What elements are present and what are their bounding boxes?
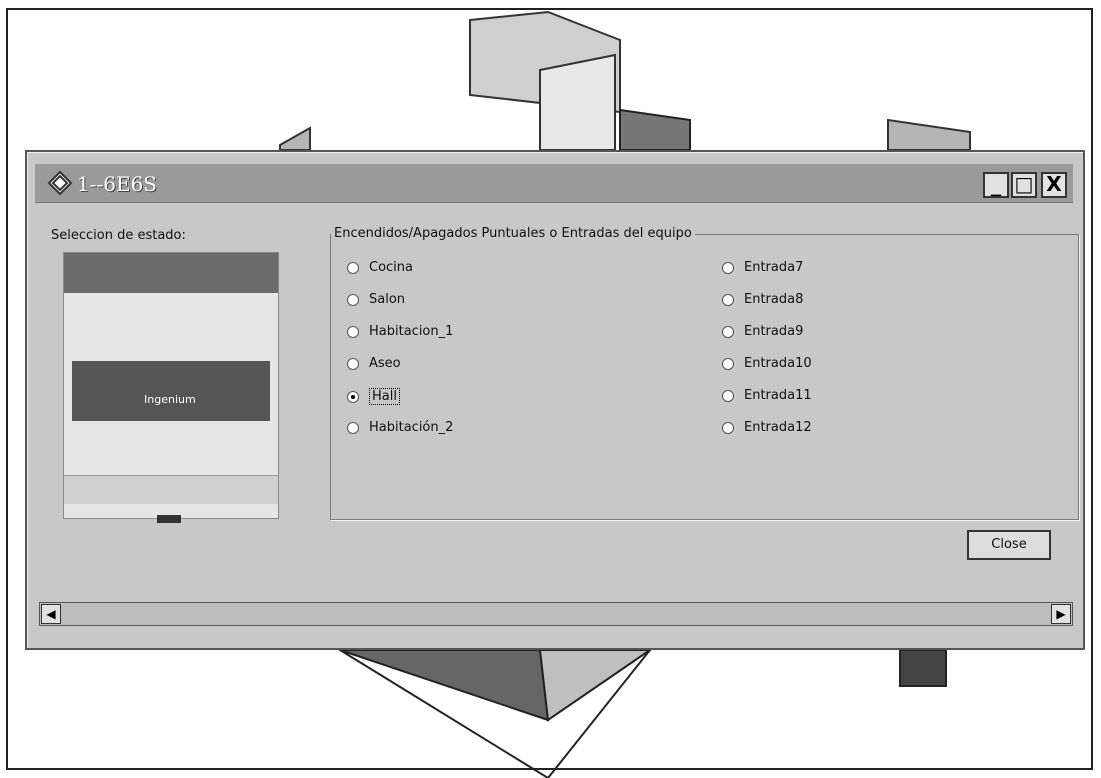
radio-label-salon: Salon <box>369 292 406 307</box>
radio-indicator[interactable] <box>722 357 734 370</box>
inputs-group-label: Encendidos/Apagados Puntuales o Entradas… <box>331 226 695 241</box>
scene-block-top-center <box>539 53 616 151</box>
device-clip <box>157 515 181 523</box>
radio-indicator[interactable] <box>347 293 359 306</box>
radio-label-entrada9: Entrada9 <box>744 324 804 339</box>
radio-label-aseo: Aseo <box>369 356 401 371</box>
radio-cocina[interactable]: Cocina <box>347 260 413 275</box>
scroll-right-icon[interactable]: ▶ <box>1051 604 1071 624</box>
radio-indicator[interactable] <box>722 261 734 274</box>
device-brand-label: Ingenium <box>144 393 196 406</box>
app-icon <box>47 170 73 196</box>
radio-label-hall: Hall <box>369 388 400 405</box>
scene-floor-dark <box>339 649 550 722</box>
device-terminal-strip <box>64 475 278 504</box>
radio-salon[interactable]: Salon <box>347 292 405 307</box>
radio-label-entrada11: Entrada11 <box>744 388 812 403</box>
scene-wall-left <box>279 126 311 151</box>
device-header-strip <box>64 253 278 293</box>
radio-indicator-selected[interactable] <box>347 390 359 403</box>
radio-label-entrada10: Entrada10 <box>744 356 812 371</box>
radio-indicator[interactable] <box>347 357 359 370</box>
radio-indicator[interactable] <box>722 293 734 306</box>
scene-floor-light <box>538 649 654 722</box>
horizontal-scrollbar[interactable]: ◀ ▶ <box>39 602 1073 626</box>
scene-small-object <box>899 649 947 687</box>
radio-label-habitacion-1: Habitacion_1 <box>369 324 454 339</box>
scene-block-top-right <box>619 108 691 151</box>
radio-entrada10[interactable]: Entrada10 <box>722 356 812 371</box>
device-preview: Ingenium <box>63 252 279 523</box>
inputs-groupbox <box>330 234 1079 520</box>
radio-habitacion-1[interactable]: Habitacion_1 <box>347 324 453 339</box>
radio-indicator[interactable] <box>722 421 734 434</box>
maximize-button[interactable]: □ <box>1011 172 1037 198</box>
radio-label-cocina: Cocina <box>369 260 413 275</box>
dialog-titlebar: 1--6E6S _ □ X <box>35 164 1073 203</box>
radio-indicator[interactable] <box>722 389 734 402</box>
radio-entrada12[interactable]: Entrada12 <box>722 420 812 435</box>
radio-entrada9[interactable]: Entrada9 <box>722 324 803 339</box>
close-button[interactable]: Close <box>967 530 1051 560</box>
minimize-button[interactable]: _ <box>983 172 1009 198</box>
radio-aseo[interactable]: Aseo <box>347 356 401 371</box>
dialog-title: 1--6E6S <box>77 172 157 196</box>
device-display-panel <box>72 361 270 421</box>
close-window-button[interactable]: X <box>1041 172 1067 198</box>
radio-entrada11[interactable]: Entrada11 <box>722 388 812 403</box>
radio-label-entrada12: Entrada12 <box>744 420 812 435</box>
state-selection-label: Seleccion de estado: <box>51 228 186 243</box>
radio-indicator[interactable] <box>722 325 734 338</box>
radio-label-entrada7: Entrada7 <box>744 260 804 275</box>
scene-wall-right <box>887 118 971 151</box>
radio-entrada7[interactable]: Entrada7 <box>722 260 803 275</box>
radio-label-entrada8: Entrada8 <box>744 292 804 307</box>
device-status-dialog: 1--6E6S _ □ X Seleccion de estado: Ingen… <box>25 150 1085 650</box>
radio-label-habitacion-2: Habitación_2 <box>369 420 454 435</box>
scroll-left-icon[interactable]: ◀ <box>41 604 61 624</box>
radio-entrada8[interactable]: Entrada8 <box>722 292 803 307</box>
radio-hall[interactable]: Hall <box>347 388 400 405</box>
radio-indicator[interactable] <box>347 421 359 434</box>
radio-indicator[interactable] <box>347 261 359 274</box>
radio-indicator[interactable] <box>347 325 359 338</box>
radio-habitacion-2[interactable]: Habitación_2 <box>347 420 453 435</box>
